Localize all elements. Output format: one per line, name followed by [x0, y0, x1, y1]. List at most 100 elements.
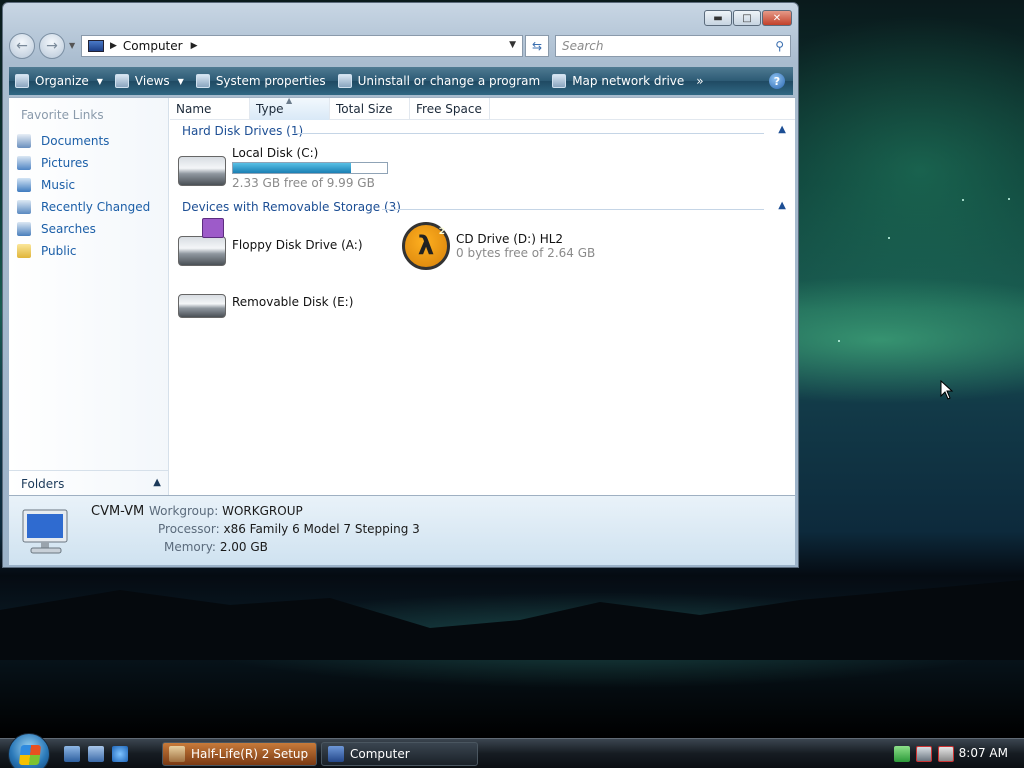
taskbar-button-label: Computer	[350, 747, 410, 761]
setup-icon	[169, 746, 185, 762]
system-properties-button[interactable]: System properties	[190, 67, 332, 95]
organize-label: Organize	[35, 74, 89, 88]
taskbar-button-computer[interactable]: Computer	[321, 742, 478, 766]
disk-usage-fill	[233, 163, 352, 173]
address-dropdown-icon[interactable]: ▼	[509, 40, 516, 50]
internet-explorer-icon[interactable]	[112, 746, 128, 762]
sidebar-item-label: Recently Changed	[41, 200, 151, 214]
favorite-links-list: Documents Pictures Music Recently Change…	[17, 130, 150, 262]
safely-remove-hardware-icon[interactable]	[894, 746, 910, 762]
address-bar[interactable]: ▶ Computer ▶ ▼	[81, 35, 523, 57]
music-icon	[17, 178, 31, 192]
taskbar-button-half-life-2-setup[interactable]: Half-Life(R) 2 Setup	[162, 742, 317, 766]
title-bar[interactable]: ▬ □ ✕	[3, 3, 798, 31]
breadcrumb-arrow-icon[interactable]: ▶	[191, 41, 198, 51]
views-label: Views	[134, 74, 170, 88]
sidebar-item-music[interactable]: Music	[17, 174, 150, 196]
search-input[interactable]: Search ⚲	[555, 35, 791, 57]
drive-cd-d[interactable]: λ2 CD Drive (D:) HL2 0 bytes free of 2.6…	[402, 222, 595, 270]
group-label: Hard Disk Drives (1)	[182, 124, 304, 138]
show-desktop-icon[interactable]	[64, 746, 80, 762]
programs-icon	[337, 74, 352, 88]
star	[962, 199, 964, 201]
refresh-button[interactable]: ⇆	[525, 35, 549, 57]
start-button[interactable]	[8, 733, 50, 768]
group-header-hard-disk-drives[interactable]: Hard Disk Drives (1) ▲	[182, 124, 788, 142]
chevron-up-icon[interactable]: ▲	[778, 200, 786, 211]
drive-local-disk-c[interactable]: Local Disk (C:) 2.33 GB free of 9.99 GB	[178, 146, 388, 190]
breadcrumb-arrow-icon[interactable]: ▶	[110, 41, 117, 51]
chevron-up-icon[interactable]: ▲	[778, 124, 786, 135]
drive-name: Local Disk (C:)	[232, 146, 319, 160]
star	[838, 340, 840, 342]
sidebar-item-searches[interactable]: Searches	[17, 218, 150, 240]
drive-free-space: 0 bytes free of 2.64 GB	[456, 246, 596, 260]
documents-icon	[17, 134, 31, 148]
memory-label: Memory:	[164, 540, 216, 554]
breadcrumb-computer[interactable]: Computer	[123, 39, 183, 53]
volume-muted-icon[interactable]	[938, 746, 954, 762]
toolbar-overflow-button[interactable]: »	[690, 67, 709, 95]
organize-icon	[15, 74, 29, 88]
navigation-pane: Favorite Links Documents Pictures Music …	[9, 98, 169, 496]
uninstall-program-button[interactable]: Uninstall or change a program	[332, 67, 547, 95]
column-header-name[interactable]: Name	[170, 98, 250, 120]
system-properties-label: System properties	[215, 74, 326, 88]
network-disconnected-icon[interactable]	[916, 746, 932, 762]
sidebar-item-label: Public	[41, 244, 77, 258]
memory-value: 2.00 GB	[219, 540, 268, 554]
sidebar-item-label: Music	[41, 178, 76, 192]
clock[interactable]: 8:07 AM	[959, 746, 1008, 760]
system-properties-icon	[195, 74, 210, 88]
chevron-down-icon: ▼	[96, 76, 103, 86]
switch-windows-icon[interactable]	[88, 746, 104, 762]
minimize-button[interactable]: ▬	[704, 10, 732, 26]
public-folder-icon	[17, 244, 31, 258]
mountains	[0, 580, 1024, 660]
processor-row: Processor: x86 Family 6 Model 7 Stepping…	[158, 522, 420, 536]
sidebar-item-label: Pictures	[41, 156, 89, 170]
content-area: Favorite Links Documents Pictures Music …	[9, 96, 795, 496]
hard-drive-windows-icon	[178, 156, 226, 190]
column-header-total-size[interactable]: Total Size	[330, 98, 410, 120]
address-row: ← → ▼ ▶ Computer ▶ ▼ ⇆ Search ⚲	[9, 33, 793, 61]
maximize-button[interactable]: □	[733, 10, 761, 26]
drive-name: Floppy Disk Drive (A:)	[232, 238, 363, 252]
forward-button[interactable]: →	[39, 33, 65, 59]
search-placeholder: Search	[562, 39, 604, 53]
half-life-2-disc-icon: λ2	[402, 222, 450, 270]
workgroup-row: Workgroup: WORKGROUP	[149, 504, 303, 518]
windows-logo-icon	[18, 745, 42, 765]
favorite-links-title: Favorite Links	[21, 108, 104, 122]
sidebar-item-documents[interactable]: Documents	[17, 130, 150, 152]
drive-removable-e[interactable]: Removable Disk (E:)	[178, 286, 353, 318]
column-headers: Name ▲ Type Total Size Free Space	[170, 96, 795, 120]
views-menu[interactable]: Views ▼	[109, 67, 190, 95]
searches-icon	[17, 222, 31, 236]
workgroup-value: WORKGROUP	[222, 504, 303, 518]
sidebar-item-pictures[interactable]: Pictures	[17, 152, 150, 174]
column-header-free-space[interactable]: Free Space	[410, 98, 490, 120]
folders-toggle[interactable]: Folders ▲	[9, 470, 169, 496]
back-button[interactable]: ←	[9, 33, 35, 59]
search-icon[interactable]: ⚲	[775, 39, 784, 53]
sidebar-item-label: Documents	[41, 134, 110, 148]
drive-free-space: 2.33 GB free of 9.99 GB	[232, 176, 375, 190]
group-header-removable-storage[interactable]: Devices with Removable Storage (3) ▲	[182, 200, 788, 218]
views-icon	[114, 74, 129, 88]
sidebar-item-recently-changed[interactable]: Recently Changed	[17, 196, 150, 218]
close-button[interactable]: ✕	[762, 10, 792, 26]
chevron-down-icon: ▼	[177, 76, 184, 86]
processor-value: x86 Family 6 Model 7 Stepping 3	[223, 522, 420, 536]
mouse-cursor-icon	[940, 380, 954, 400]
recently-changed-icon	[17, 200, 31, 214]
sidebar-item-public[interactable]: Public	[17, 240, 150, 262]
recent-pages-dropdown-icon[interactable]: ▼	[69, 41, 75, 50]
drive-floppy-a[interactable]: Floppy Disk Drive (A:)	[178, 218, 363, 266]
group-label: Devices with Removable Storage (3)	[182, 200, 401, 214]
map-network-drive-button[interactable]: Map network drive	[546, 67, 690, 95]
organize-menu[interactable]: Organize ▼	[9, 67, 109, 95]
column-header-type[interactable]: ▲ Type	[250, 96, 330, 120]
pictures-icon	[17, 156, 31, 170]
help-icon[interactable]: ?	[769, 73, 785, 89]
